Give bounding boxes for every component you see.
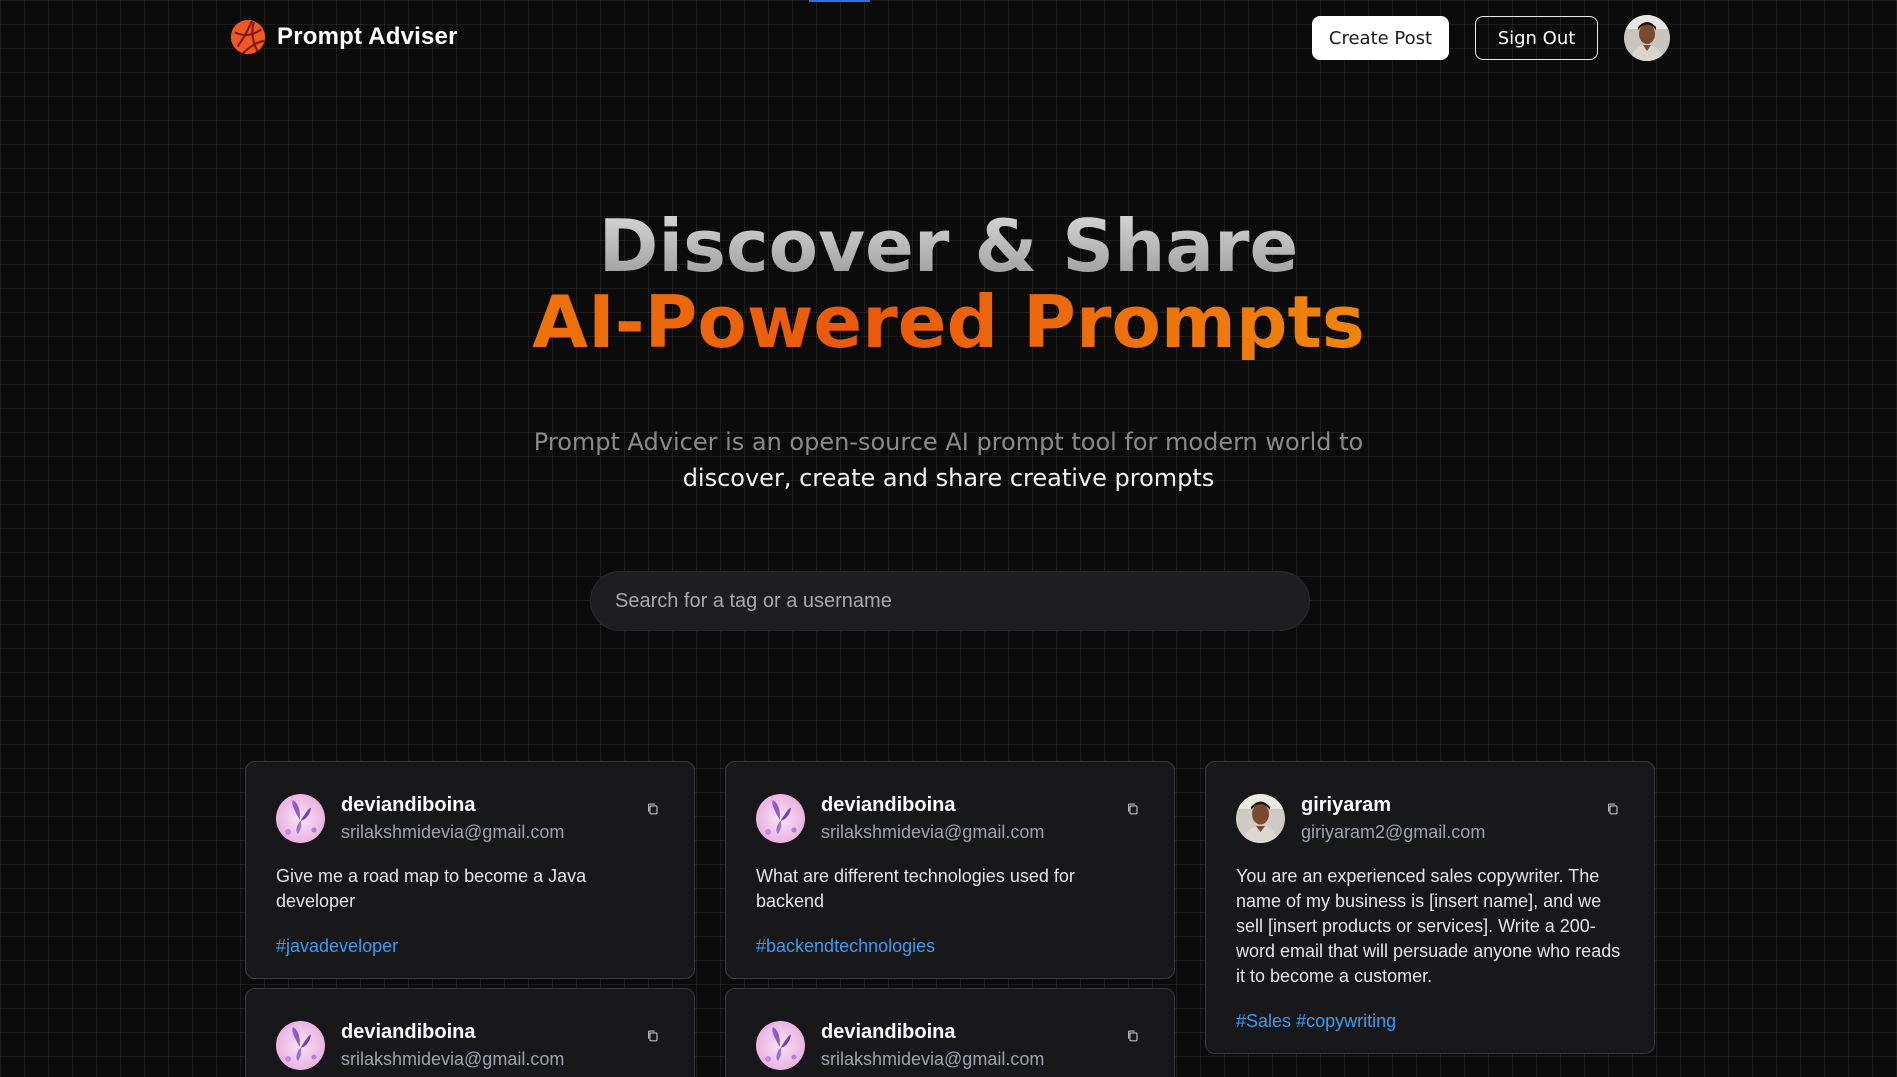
search-input[interactable] xyxy=(590,571,1310,631)
user-avatar[interactable] xyxy=(756,1021,805,1070)
card-tags: #backendtechnologies xyxy=(756,934,1144,958)
card-email: giriyaram2@gmail.com xyxy=(1301,822,1486,842)
prompt-card: giriyaram giriyaram2@gmail.com You are a… xyxy=(1205,761,1655,1054)
brand-name: Prompt Adviser xyxy=(277,23,458,50)
card-email: srilakshmidevia@gmail.com xyxy=(341,1049,565,1069)
card-username[interactable]: deviandiboina xyxy=(341,1020,642,1044)
prompt-card: deviandiboina srilakshmidevia@gmail.com xyxy=(725,988,1175,1077)
card-username[interactable]: deviandiboina xyxy=(821,1020,1122,1044)
hero-desc-line2: discover, create and share creative prom… xyxy=(682,464,1215,492)
card-username[interactable]: deviandiboina xyxy=(821,793,1122,817)
hero-title-line1: Discover & Share xyxy=(0,208,1897,284)
tag-link[interactable]: #backendtechnologies xyxy=(756,936,935,956)
tag-link[interactable]: #Sales xyxy=(1236,1011,1291,1031)
user-avatar[interactable] xyxy=(276,1021,325,1070)
person-avatar-icon xyxy=(1236,794,1285,843)
card-username[interactable]: giriyaram xyxy=(1301,793,1602,817)
top-navigation: Prompt Adviser Create Post Sign Out xyxy=(0,0,1897,80)
butterfly-avatar-icon xyxy=(276,1021,325,1070)
create-post-button[interactable]: Create Post xyxy=(1312,16,1449,60)
card-email: srilakshmidevia@gmail.com xyxy=(821,822,1045,842)
copy-icon[interactable] xyxy=(1122,1025,1144,1047)
butterfly-avatar-icon xyxy=(756,1021,805,1070)
copy-icon[interactable] xyxy=(642,798,664,820)
prompt-card: deviandiboina srilakshmidevia@gmail.com xyxy=(245,988,695,1077)
hero-title-line2: AI-Powered Prompts xyxy=(0,284,1897,360)
user-avatar[interactable] xyxy=(276,794,325,843)
tag-link[interactable]: #copywriting xyxy=(1296,1011,1396,1031)
hero-desc-line1: Prompt Advicer is an open-source AI prom… xyxy=(533,428,1364,456)
profile-avatar[interactable] xyxy=(1624,15,1670,61)
card-tags: #javadeveloper xyxy=(276,934,664,958)
card-prompt-text: You are an experienced sales copywriter.… xyxy=(1236,866,1621,986)
copy-icon[interactable] xyxy=(1122,798,1144,820)
prompt-card: deviandiboina srilakshmidevia@gmail.com … xyxy=(245,761,695,979)
tag-link[interactable]: #javadeveloper xyxy=(276,936,398,956)
prompt-card: deviandiboina srilakshmidevia@gmail.com … xyxy=(725,761,1175,979)
logo-icon xyxy=(230,19,266,55)
card-prompt-text: Give me a road map to become a Java deve… xyxy=(276,866,587,911)
copy-icon[interactable] xyxy=(1602,798,1624,820)
hero-description: Prompt Advicer is an open-source AI prom… xyxy=(0,424,1897,496)
user-avatar[interactable] xyxy=(756,794,805,843)
card-email: srilakshmidevia@gmail.com xyxy=(821,1049,1045,1069)
copy-icon[interactable] xyxy=(642,1025,664,1047)
card-prompt-text: What are different technologies used for… xyxy=(756,866,1075,911)
user-avatar[interactable] xyxy=(1236,794,1285,843)
card-username[interactable]: deviandiboina xyxy=(341,793,642,817)
brand-home-link[interactable]: Prompt Adviser xyxy=(229,18,458,56)
person-avatar-icon xyxy=(1624,15,1670,61)
sign-out-button[interactable]: Sign Out xyxy=(1475,16,1598,60)
card-email: srilakshmidevia@gmail.com xyxy=(341,822,565,842)
hero-heading: Discover & Share AI-Powered Prompts xyxy=(0,208,1897,360)
butterfly-avatar-icon xyxy=(276,794,325,843)
butterfly-avatar-icon xyxy=(756,794,805,843)
card-tags: #Sales #copywriting xyxy=(1236,1009,1624,1033)
